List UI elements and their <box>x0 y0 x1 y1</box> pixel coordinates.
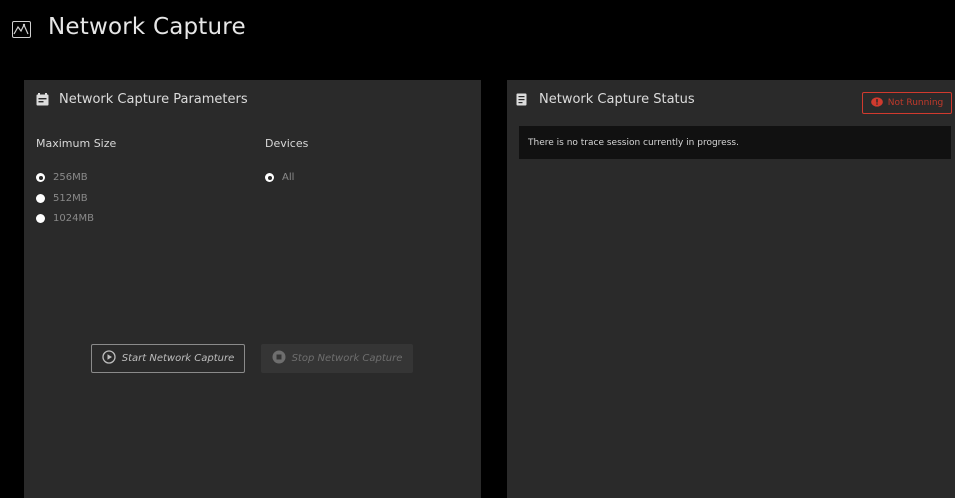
maximum-size-label: Maximum Size <box>36 137 117 150</box>
stop-icon <box>272 350 286 367</box>
start-button-label: Start Network Capture <box>121 353 235 364</box>
max-size-option-1024mb[interactable]: 1024MB <box>36 213 94 224</box>
stop-network-capture-button[interactable]: Stop Network Capture <box>261 344 413 373</box>
play-icon <box>102 350 116 367</box>
radio-unchecked-icon[interactable] <box>36 194 45 203</box>
stop-button-label: Stop Network Capture <box>291 353 403 364</box>
max-size-option-label: 256MB <box>53 172 88 183</box>
max-size-option-512mb[interactable]: 512MB <box>36 193 88 204</box>
form-icon <box>36 93 49 106</box>
status-panel-title: Network Capture Status <box>539 92 695 107</box>
status-message: There is no trace session currently in p… <box>528 137 739 148</box>
max-size-option-256mb[interactable]: 256MB <box>36 172 88 183</box>
parameters-panel-title: Network Capture Parameters <box>59 92 248 107</box>
app-header: Network Capture <box>0 0 955 80</box>
radio-checked-icon[interactable] <box>36 173 45 182</box>
page-title: Network Capture <box>48 14 246 40</box>
devices-label: Devices <box>265 137 309 150</box>
devices-option-all[interactable]: All <box>265 172 294 183</box>
document-icon <box>516 93 529 106</box>
parameters-panel-header: Network Capture Parameters <box>36 92 248 107</box>
radio-unchecked-icon[interactable] <box>36 214 45 223</box>
max-size-option-label: 1024MB <box>53 213 94 224</box>
warning-icon <box>870 96 883 110</box>
parameters-panel: Network Capture Parameters Maximum Size … <box>24 80 481 498</box>
status-panel-header: Network Capture Status <box>516 92 695 107</box>
radio-checked-icon[interactable] <box>265 173 274 182</box>
status-message-box: There is no trace session currently in p… <box>519 126 951 159</box>
max-size-option-label: 512MB <box>53 193 88 204</box>
devices-option-label: All <box>282 172 295 183</box>
status-badge: Not Running <box>862 92 952 114</box>
status-panel: Network Capture Status Not Running There… <box>507 80 955 498</box>
chart-image-icon <box>12 21 31 38</box>
start-network-capture-button[interactable]: Start Network Capture <box>91 344 245 373</box>
status-badge-label: Not Running <box>887 98 944 108</box>
